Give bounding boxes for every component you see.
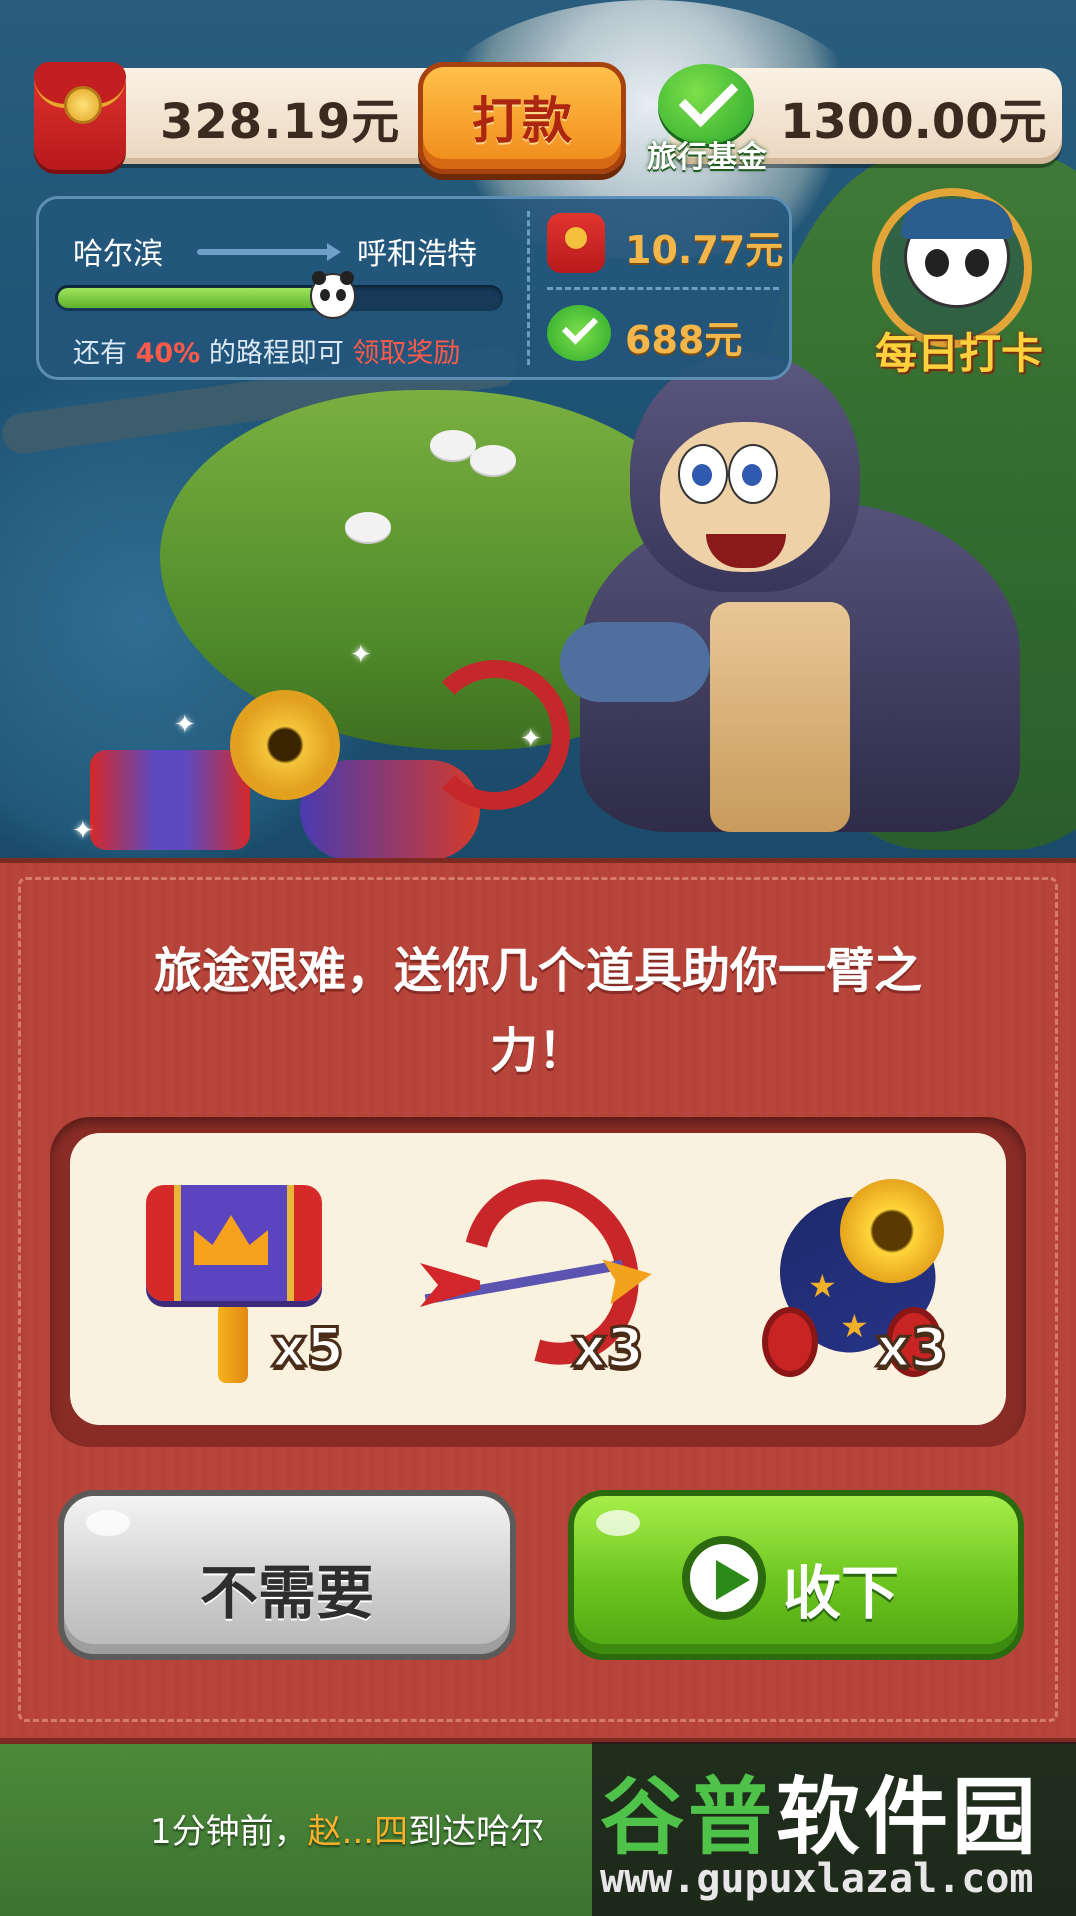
reward-fund-row: 688元 [547,299,787,369]
item-bow: x3 [406,1147,673,1407]
item-count: x5 [270,1315,345,1381]
sparkle-icon: ✦ [520,724,542,754]
origin-city: 哈尔滨 [73,237,163,272]
route-progress-panel[interactable]: 哈尔滨 呼和浩特 还有 40% 的路程即可 领取奖励 10.77元 688元 [36,196,792,380]
cash-balance: 328.19元 [160,94,401,150]
route-hint-text: 还有 40% 的路程即可 领取奖励 [73,338,461,369]
sparkle-icon: ✦ [350,640,372,670]
wheel-icon [762,1307,818,1377]
sparkle-icon: ✦ [174,710,196,740]
payout-button[interactable]: 打款 [418,62,626,174]
route-progress-bar [55,271,503,319]
dialog-message: 旅途艰难，送你几个道具助你一臂之力！ [153,943,922,1079]
reward-fund-amount: 688元 [625,318,743,362]
red-packet-icon [34,62,126,170]
arrival-ticker: 1分钟前，赵...四到达哈尔 [150,1812,545,1852]
sheep [430,430,476,460]
decline-button[interactable]: 不需要 [58,1490,516,1660]
site-watermark: 谷普软件园 www.gupuxlazal.com [592,1742,1076,1916]
item-props-pile: ✦ ✦ ✦ ✦ [72,640,640,860]
daily-checkin-label: 每日打卡 [874,329,1043,378]
items-frame: x5 x3 ★ ★ x3 [50,1117,1026,1447]
route-progress-fill [58,288,324,308]
travel-fund-label: 旅行基金 [647,140,767,175]
travel-fund-amount: 1300.00元 [780,94,1047,150]
route-arrow-icon [197,243,341,261]
ticker-player-name: 赵...四 [307,1812,409,1852]
sheep [345,512,391,542]
item-count: x3 [874,1315,949,1381]
divider [527,211,530,365]
item-cannon: ★ ★ x3 [710,1157,970,1407]
payout-button-label: 打款 [472,92,572,150]
destination-city: 呼和浩特 [357,237,477,272]
item-hammer: x5 [106,1157,366,1407]
divider [547,287,779,290]
remaining-percent: 40% [135,338,201,369]
hammer-icon [218,1303,248,1383]
red-packet-icon [547,213,605,273]
decline-button-label: 不需要 [199,1559,374,1627]
daily-checkin-button[interactable]: 每日打卡 [852,188,1066,378]
watermark-title: 谷普软件园 [600,1768,1041,1866]
accept-button[interactable]: 收下 [568,1490,1024,1660]
reward-cash-row: 10.77元 [547,209,787,279]
watermark-url: www.gupuxlazal.com [600,1856,1034,1902]
accept-button-label: 收下 [782,1559,899,1627]
panda-avatar-icon [901,199,1013,308]
claim-reward-link[interactable]: 领取奖励 [352,338,460,369]
currency-bar: 328.19元 打款 旅行基金 1300.00元 [30,62,1062,175]
item-count: x3 [570,1315,645,1381]
panda-marker-icon [310,271,357,319]
sheep [470,445,516,475]
items-card: x5 x3 ★ ★ x3 [70,1133,1006,1425]
wechat-check-icon [547,305,611,361]
reward-cash-amount: 10.77元 [625,228,784,272]
sparkle-icon: ✦ [72,816,94,846]
